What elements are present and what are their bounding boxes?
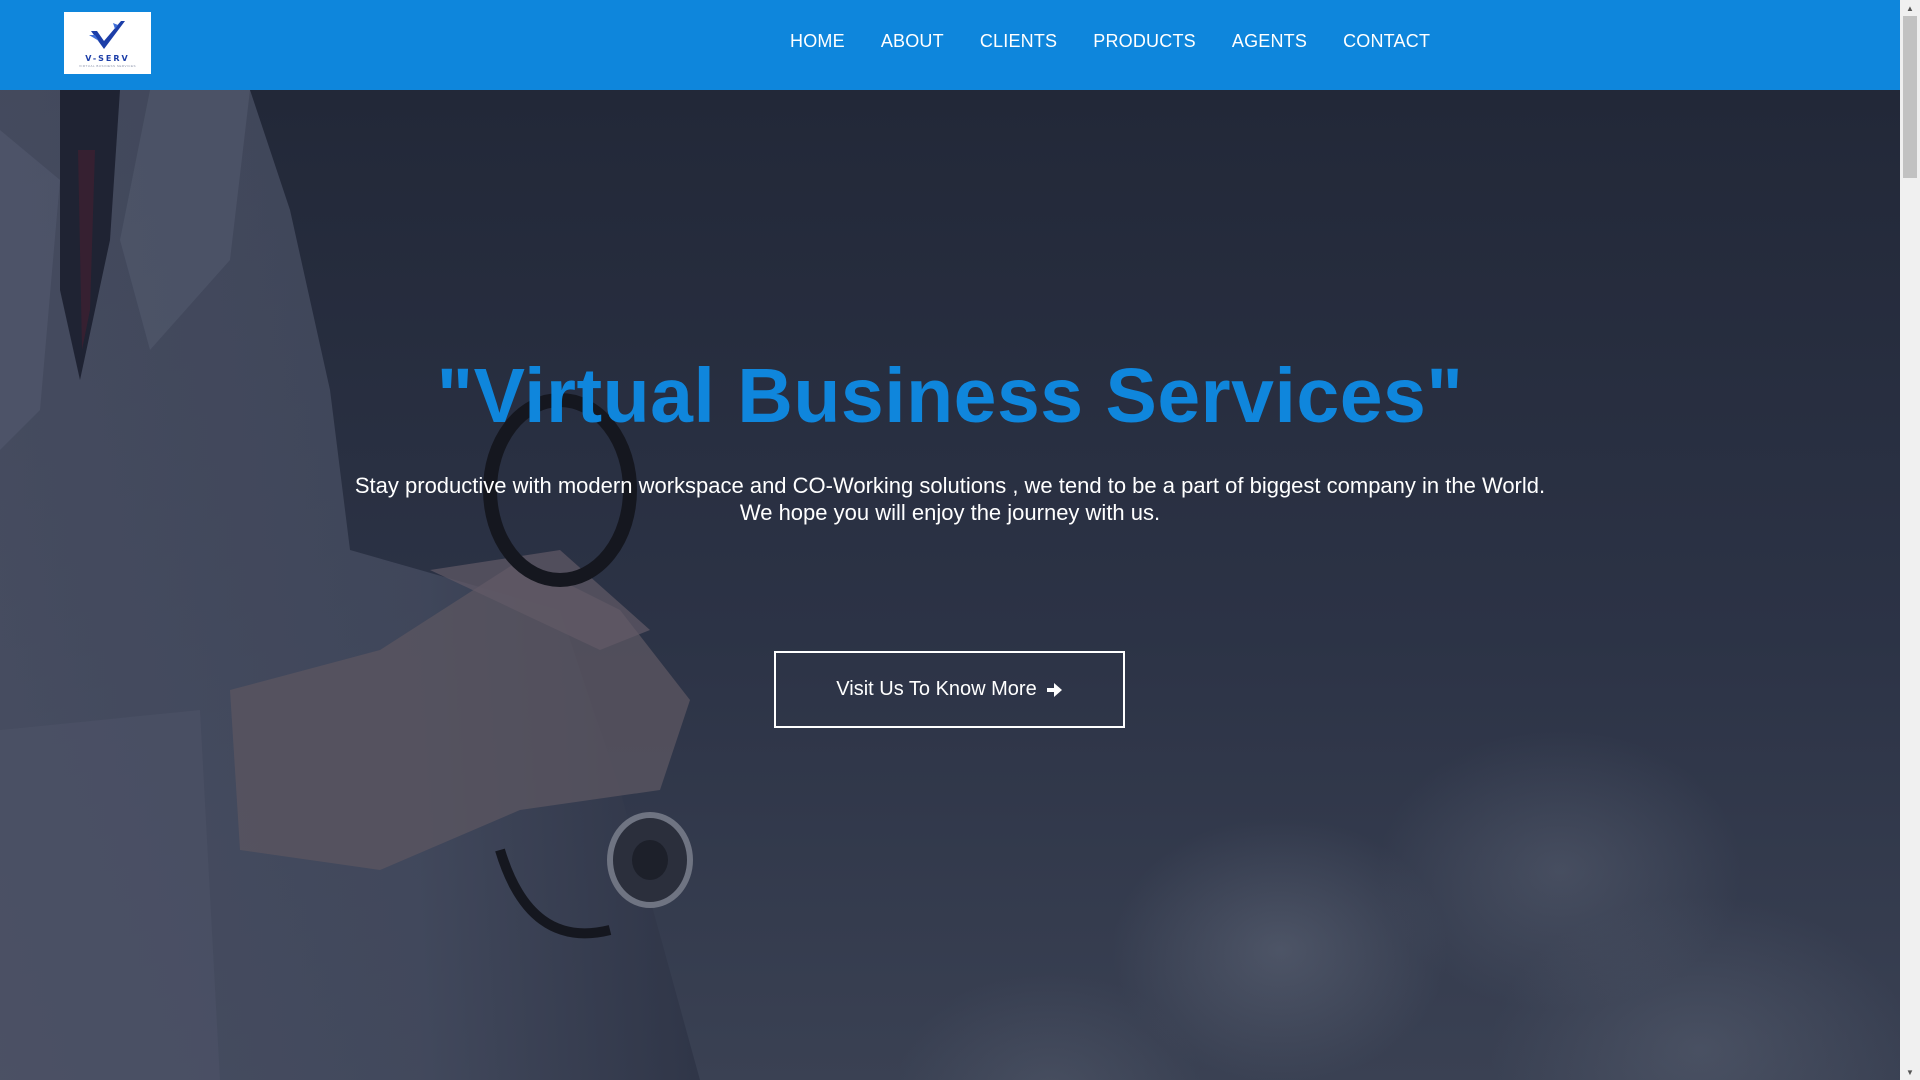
brand-logo[interactable]: V-SERV VIRTUAL BUSINESS SERVICES [64, 12, 151, 74]
nav-agents[interactable]: AGENTS [1232, 31, 1307, 52]
scroll-up-arrow-icon[interactable]: ▲ [1900, 0, 1920, 16]
logo-text: V-SERV [85, 53, 130, 63]
nav-about[interactable]: ABOUT [881, 31, 944, 52]
vertical-scrollbar[interactable]: ▲ ▼ [1900, 0, 1920, 1080]
visit-us-button[interactable]: Visit Us To Know More [774, 651, 1125, 728]
doctor-background-image [0, 90, 700, 1080]
visit-us-button-label: Visit Us To Know More [836, 678, 1037, 700]
logo-tagline: VIRTUAL BUSINESS SERVICES [79, 63, 136, 68]
main-nav: HOME ABOUT CLIENTS PRODUCTS AGENTS CONTA… [790, 0, 1430, 82]
hero-section: "Virtual Business Services" Stay product… [0, 90, 1900, 1080]
scrollbar-thumb[interactable] [1903, 16, 1917, 178]
nav-clients[interactable]: CLIENTS [980, 31, 1057, 52]
arrow-right-icon [1045, 681, 1063, 699]
hero-title: "Virtual Business Services" [436, 353, 1464, 439]
top-navbar: V-SERV VIRTUAL BUSINESS SERVICES HOME AB… [0, 0, 1900, 90]
nav-home[interactable]: HOME [790, 31, 845, 52]
hero-subtitle: Stay productive with modern workspace an… [0, 472, 1900, 526]
hero-subtitle-line-2: We hope you will enjoy the journey with … [739, 500, 1161, 525]
scroll-down-arrow-icon[interactable]: ▼ [1900, 1064, 1920, 1080]
nav-products[interactable]: PRODUCTS [1093, 31, 1196, 52]
nav-contact[interactable]: CONTACT [1343, 31, 1430, 52]
checkmark-logo-icon [88, 20, 125, 49]
hero-subtitle-line-1: Stay productive with modern workspace an… [354, 473, 1546, 498]
